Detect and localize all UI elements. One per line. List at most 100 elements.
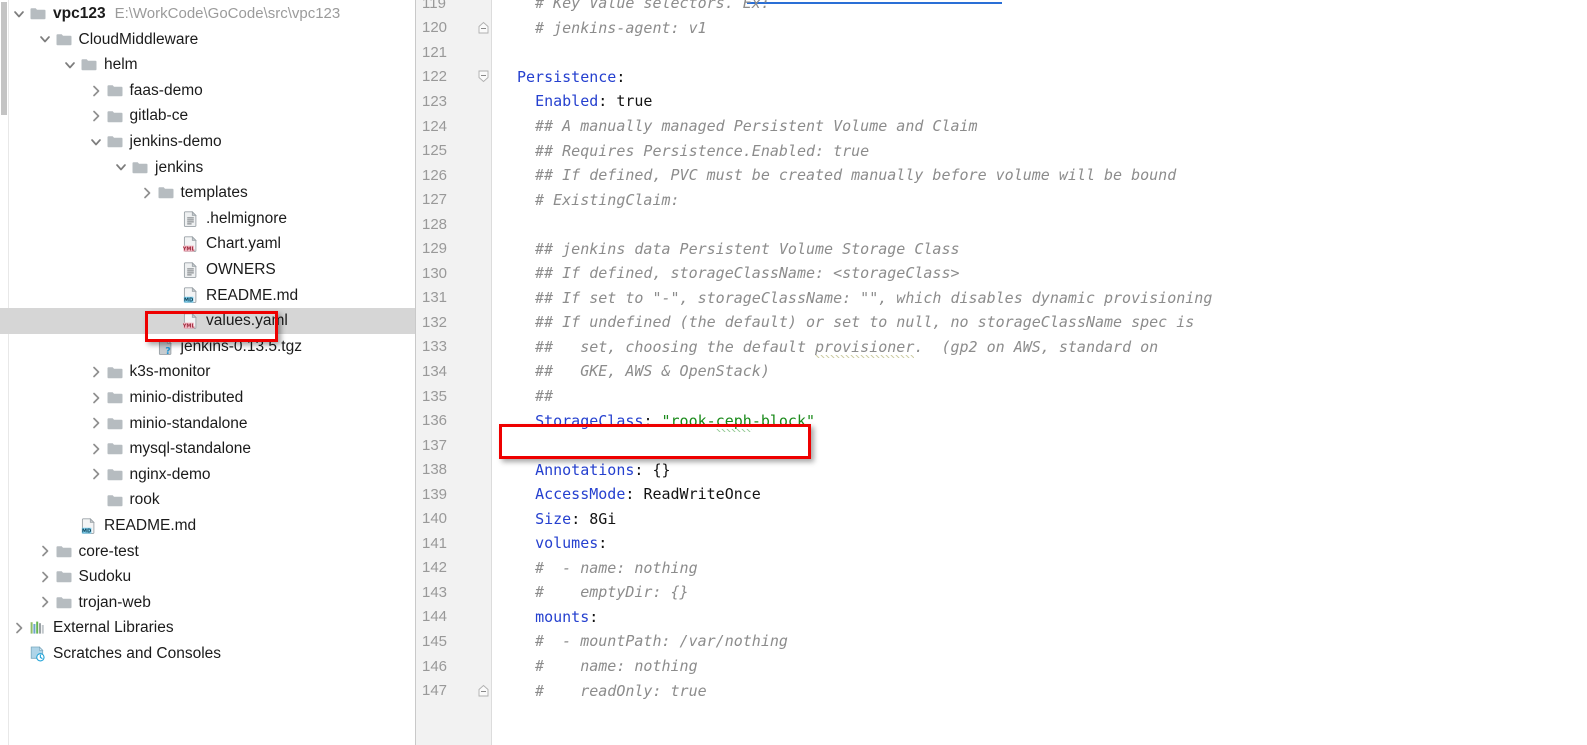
code-line[interactable]: 144 mounts: xyxy=(416,605,1587,630)
tree-indent-spacer xyxy=(0,641,10,667)
code-line[interactable]: 141 volumes: xyxy=(416,531,1587,556)
code-line[interactable]: 136 StorageClass: "rook-ceph-block" xyxy=(416,408,1587,433)
tree-item-readme-md[interactable]: MD README.md xyxy=(0,283,415,309)
tree-item-jenkins[interactable]: jenkins xyxy=(0,155,415,181)
chevron-right-icon[interactable] xyxy=(87,436,105,462)
tree-item-templates[interactable]: templates xyxy=(0,180,415,206)
chevron-right-icon[interactable] xyxy=(87,411,105,437)
code-line[interactable]: 139 AccessMode: ReadWriteOnce xyxy=(416,482,1587,507)
chevron-right-icon[interactable] xyxy=(36,590,54,616)
code-line[interactable]: 143 # emptyDir: {} xyxy=(416,580,1587,605)
code-token: volumes xyxy=(535,534,599,553)
code-line[interactable]: 126 ## If defined, PVC must be created m… xyxy=(416,163,1587,188)
tree-item-chart-yaml[interactable]: YML Chart.yaml xyxy=(0,231,415,257)
chevron-right-icon[interactable] xyxy=(36,564,54,590)
code-line[interactable]: 135 ## xyxy=(416,384,1587,409)
code-token: . (gp2 on AWS, standard on xyxy=(914,337,1159,356)
chevron-down-icon[interactable] xyxy=(36,27,54,53)
code-line[interactable]: 145 # - mountPath: /var/nothing xyxy=(416,629,1587,654)
chevron-right-icon[interactable] xyxy=(10,615,28,641)
code-line[interactable]: 132 ## If undefined (the default) or set… xyxy=(416,310,1587,335)
tree-twisty-placeholder xyxy=(163,206,181,232)
code-lines[interactable]: 119 # Key Value selectors. Ex: 120 # jenk… xyxy=(416,0,1587,703)
code-line[interactable]: 146 # name: nothing xyxy=(416,654,1587,679)
code-token: Persistence xyxy=(517,67,617,86)
chevron-down-icon[interactable] xyxy=(112,155,130,181)
chevron-right-icon[interactable] xyxy=(87,78,105,104)
folder-icon xyxy=(105,359,125,385)
code-token: Size xyxy=(535,509,572,528)
code-fold-toggle-icon[interactable] xyxy=(476,65,491,90)
code-token: # ExistingClaim: xyxy=(517,190,680,209)
code-line[interactable]: 125 ## Requires Persistence.Enabled: tru… xyxy=(416,138,1587,163)
chevron-down-icon[interactable] xyxy=(10,1,28,27)
code-line-text: StorageClass: "rook-ceph-block" xyxy=(491,411,1587,432)
code-line[interactable]: 121 xyxy=(416,40,1587,65)
tree-item-faas-demo[interactable]: faas-demo xyxy=(0,78,415,104)
code-line-text: # ExistingClaim: xyxy=(491,191,1587,209)
line-number: 127 xyxy=(422,191,448,209)
tree-item-scratches-and-consoles[interactable]: Scratches and Consoles xyxy=(0,641,415,667)
tree-item-helmignore[interactable]: .helmignore xyxy=(0,206,415,232)
tree-item-minio-distributed[interactable]: minio-distributed xyxy=(0,385,415,411)
code-line[interactable]: 127 # ExistingClaim: xyxy=(416,187,1587,212)
code-token: ceph xyxy=(715,411,752,432)
code-token: ## If defined, PVC must be created manua… xyxy=(517,166,1177,185)
tree-item-mysql-standalone[interactable]: mysql-standalone xyxy=(0,436,415,462)
code-line[interactable]: 119 # Key Value selectors. Ex: xyxy=(416,0,1587,16)
code-line[interactable]: 120 # jenkins-agent: v1 xyxy=(416,16,1587,41)
code-line[interactable]: 147 # readOnly: true xyxy=(416,678,1587,703)
tree-item-sudoku[interactable]: Sudoku xyxy=(0,564,415,590)
tree-item-k3s-monitor[interactable]: k3s-monitor xyxy=(0,359,415,385)
tree-item-gitlab-ce[interactable]: gitlab-ce xyxy=(0,103,415,129)
code-line[interactable]: 130 ## If defined, storageClassName: <st… xyxy=(416,261,1587,286)
code-line[interactable]: 140 Size: 8Gi xyxy=(416,506,1587,531)
tree-indent-spacer xyxy=(0,206,163,232)
tree-item-vpc123[interactable]: vpc123 E:\WorkCode\GoCode\src\vpc123 xyxy=(0,1,415,27)
tree-item-external-libraries[interactable]: External Libraries xyxy=(0,615,415,641)
tree-item-rook[interactable]: rook xyxy=(0,487,415,513)
tree-item-values-yaml[interactable]: YML values.yaml xyxy=(0,308,415,334)
tree-item-owners[interactable]: OWNERS xyxy=(0,257,415,283)
fold-gutter-placeholder xyxy=(476,506,491,531)
chevron-right-icon[interactable] xyxy=(87,359,105,385)
code-fold-toggle-icon[interactable] xyxy=(476,678,491,703)
chevron-right-icon[interactable] xyxy=(87,462,105,488)
code-line[interactable]: 138 Annotations: {} xyxy=(416,457,1587,482)
code-token: : xyxy=(571,509,590,528)
tree-item-trojan-web[interactable]: trojan-web xyxy=(0,590,415,616)
tree-item-readme-md[interactable]: MD README.md xyxy=(0,513,415,539)
code-line[interactable]: 122 Persistence: xyxy=(416,65,1587,90)
code-line[interactable]: 128 xyxy=(416,212,1587,237)
code-editor[interactable]: 119 # Key Value selectors. Ex: 120 # jenk… xyxy=(416,0,1587,745)
chevron-right-icon[interactable] xyxy=(138,180,156,206)
code-line[interactable]: 123 Enabled: true xyxy=(416,89,1587,114)
chevron-down-icon[interactable] xyxy=(61,52,79,78)
code-line[interactable]: 142 # - name: nothing xyxy=(416,556,1587,581)
code-line-text: ## xyxy=(491,387,1587,405)
chevron-right-icon[interactable] xyxy=(36,538,54,564)
code-line[interactable]: 137 xyxy=(416,433,1587,458)
chevron-down-icon[interactable] xyxy=(87,129,105,155)
tree-item-cloudmiddleware[interactable]: CloudMiddleware xyxy=(0,27,415,53)
chevron-right-icon[interactable] xyxy=(87,103,105,129)
line-number: 124 xyxy=(422,117,448,135)
code-line[interactable]: 133 ## set, choosing the default provisi… xyxy=(416,335,1587,360)
chevron-right-icon[interactable] xyxy=(87,385,105,411)
tree-indent-spacer xyxy=(0,308,163,334)
tree-twisty-placeholder xyxy=(138,334,156,360)
tree-item-minio-standalone[interactable]: minio-standalone xyxy=(0,411,415,437)
tree-item-jenkins-demo[interactable]: jenkins-demo xyxy=(0,129,415,155)
code-line[interactable]: 129 ## jenkins data Persistent Volume St… xyxy=(416,236,1587,261)
code-line[interactable]: 131 ## If set to "-", storageClassName: … xyxy=(416,286,1587,311)
tree-item-nginx-demo[interactable]: nginx-demo xyxy=(0,462,415,488)
code-line[interactable]: 124 ## A manually managed Persistent Vol… xyxy=(416,114,1587,139)
tree-item-jenkins-0-13-5-tgz[interactable]: ? jenkins-0.13.5.tgz xyxy=(0,334,415,360)
code-fold-toggle-icon[interactable] xyxy=(476,16,491,41)
code-line[interactable]: 134 ## GKE, AWS & OpenStack) xyxy=(416,359,1587,384)
tree-item-label: CloudMiddleware xyxy=(78,30,199,48)
tree-item-helm[interactable]: helm xyxy=(0,52,415,78)
tree-item-core-test[interactable]: core-test xyxy=(0,538,415,564)
